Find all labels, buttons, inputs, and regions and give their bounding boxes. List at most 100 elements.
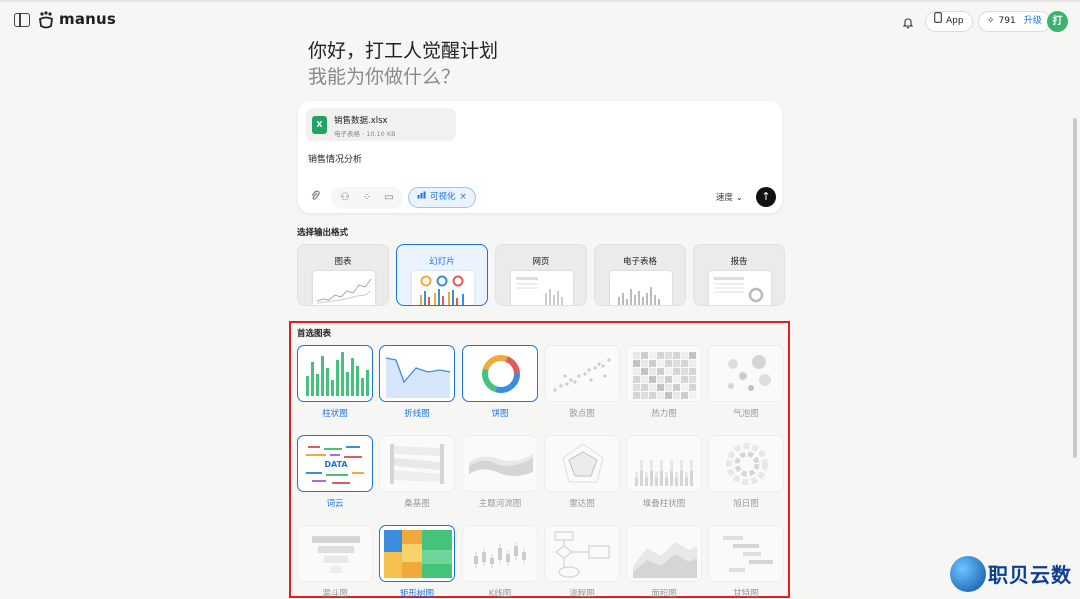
app-button[interactable]: App <box>925 11 973 32</box>
send-button[interactable]: ↑ <box>756 187 776 207</box>
speed-label: 速度 <box>716 193 734 203</box>
avatar[interactable]: 打 <box>1047 11 1068 32</box>
chart-option-15[interactable] <box>544 525 620 582</box>
scrollbar[interactable] <box>1073 118 1077 458</box>
chart-preview-image: DATA <box>306 446 364 484</box>
chart-preview-image <box>633 352 696 399</box>
output-format-label: 选择输出格式 <box>297 228 349 238</box>
chart-option-8[interactable] <box>462 435 538 492</box>
chart-option-1[interactable] <box>379 345 455 402</box>
manus-logo-icon <box>36 10 56 30</box>
watermark-text: 职贝云数 <box>988 563 1072 587</box>
chart-icon <box>417 188 426 207</box>
chart-option-13[interactable] <box>379 525 455 582</box>
format-option-label: 报告 <box>730 257 748 267</box>
chart-option-label: 堆叠柱状图 <box>642 499 686 509</box>
chart-preview-image <box>726 443 768 485</box>
chart-preview-image <box>384 530 452 578</box>
app-label: App <box>946 16 964 26</box>
speed-select[interactable]: 速度 ⌄ <box>716 191 743 203</box>
format-option-label: 图表 <box>334 257 352 267</box>
chart-option-4[interactable] <box>626 345 702 402</box>
visualization-label: 可视化 <box>430 192 456 202</box>
chart-option-label: 桑基图 <box>404 499 430 509</box>
top-bar: manus App ✧ 791 升级 打 <box>0 0 1080 42</box>
chart-option-label: 矩形树图 <box>399 589 434 599</box>
close-icon[interactable]: × <box>460 188 467 207</box>
arrow-up-icon: ↑ <box>761 190 771 203</box>
chart-preview-image <box>482 355 520 393</box>
top-divider <box>0 0 1080 2</box>
chart-preview-image <box>562 443 604 483</box>
chart-option-0[interactable] <box>297 345 373 402</box>
format-option-2[interactable]: 网页 <box>495 244 587 306</box>
agent-icon[interactable]: ⚇ <box>336 189 354 207</box>
chart-option-17[interactable] <box>708 525 784 582</box>
format-option-1[interactable]: 幻灯片 <box>396 244 488 306</box>
chart-preview-image <box>635 460 693 486</box>
chart-preview-image <box>306 352 369 396</box>
chart-option-label: 旭日图 <box>733 499 759 509</box>
file-meta: 电子表格 · 10.10 KB <box>334 130 396 138</box>
chart-option-label: 散点图 <box>569 409 595 419</box>
chart-option-label: 柱状图 <box>322 409 348 419</box>
chart-preview-image <box>385 357 451 398</box>
chart-preview-image <box>469 454 533 476</box>
paperclip-icon[interactable] <box>306 189 324 207</box>
chart-option-label: 主题河流图 <box>478 499 522 509</box>
format-option-label: 幻灯片 <box>429 257 455 267</box>
format-preview-image <box>313 271 375 305</box>
credits-button[interactable]: ✧ 791 升级 <box>978 11 1051 32</box>
watermark-logo <box>950 556 986 592</box>
logo-text[interactable]: manus <box>59 10 116 28</box>
file-name: 销售数据.xlsx <box>334 116 388 126</box>
chart-option-12[interactable] <box>297 525 373 582</box>
sidebar-toggle-icon[interactable] <box>14 13 30 27</box>
credits-count: 791 <box>998 16 1016 26</box>
chart-option-label: 热力图 <box>651 409 677 419</box>
chart-preview-image <box>474 542 526 568</box>
chart-option-11[interactable] <box>708 435 784 492</box>
format-option-0[interactable]: 图表 <box>297 244 389 306</box>
chart-option-14[interactable] <box>462 525 538 582</box>
attached-file-chip[interactable]: X 销售数据.xlsx 电子表格 · 10.10 KB <box>306 108 456 141</box>
chart-option-label: 甘特图 <box>733 589 759 599</box>
greeting-title: 你好，打工人觉醒计划 <box>308 40 499 62</box>
bell-icon[interactable] <box>902 14 914 29</box>
chart-option-10[interactable] <box>626 435 702 492</box>
format-option-4[interactable]: 报告 <box>693 244 785 306</box>
chart-option-16[interactable] <box>626 525 702 582</box>
chat-icon[interactable]: ▭ <box>380 189 398 207</box>
format-option-3[interactable]: 电子表格 <box>594 244 686 306</box>
chart-option-7[interactable] <box>379 435 455 492</box>
chart-option-9[interactable] <box>544 435 620 492</box>
chart-option-label: K线图 <box>488 589 512 599</box>
upgrade-link[interactable]: 升级 <box>1024 12 1042 31</box>
prompt-input[interactable]: 销售情况分析 <box>308 152 362 165</box>
chart-option-label: 雷达图 <box>569 499 595 509</box>
chart-option-2[interactable] <box>462 345 538 402</box>
excel-file-icon: X <box>312 116 327 134</box>
chart-option-label: 气泡图 <box>733 409 759 419</box>
chart-preview-image <box>728 355 771 391</box>
chart-option-label: 流程图 <box>569 589 595 599</box>
apps-icon[interactable]: ⁘ <box>358 189 376 207</box>
preferred-charts-label: 首选图表 <box>297 329 332 339</box>
chart-option-label: 词云 <box>326 499 344 509</box>
visualization-chip[interactable]: 可视化 × <box>408 187 476 208</box>
greeting-subtitle: 我能为你做什么？ <box>308 66 461 88</box>
chart-option-3[interactable] <box>544 345 620 402</box>
format-preview-image <box>511 271 573 305</box>
format-option-label: 网页 <box>532 257 550 267</box>
chart-preview-image <box>723 536 773 572</box>
chart-preview-image <box>312 536 360 573</box>
phone-icon <box>934 12 942 31</box>
chart-option-label: 折线图 <box>404 409 430 419</box>
chart-option-label: 漏斗图 <box>322 589 348 599</box>
wordcloud-word: DATA <box>324 460 348 469</box>
format-preview-image <box>610 271 672 305</box>
chart-option-label: 饼图 <box>491 409 509 419</box>
format-preview-image <box>709 271 771 305</box>
chart-option-6[interactable]: DATA <box>297 435 373 492</box>
chart-option-5[interactable] <box>708 345 784 402</box>
